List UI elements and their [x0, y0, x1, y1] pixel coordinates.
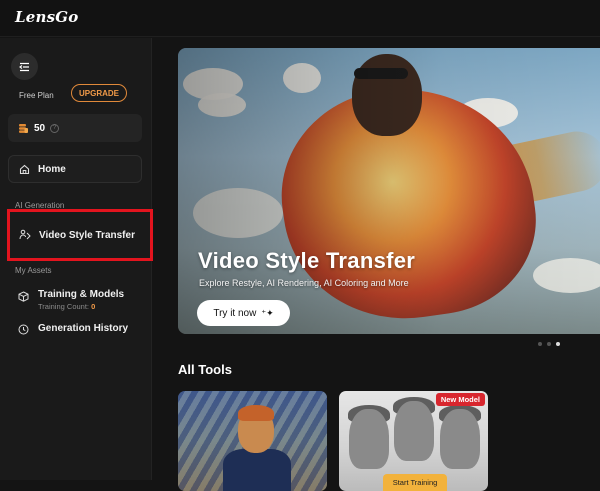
new-model-badge: New Model [435, 393, 485, 406]
banner-overlay [178, 48, 600, 334]
bust-shape [349, 409, 389, 469]
lensgo-logo[interactable]: LensGo [15, 8, 78, 26]
training-count-label: Training Count: [38, 302, 89, 311]
sidebar-item-generation-history-label: Generation History [38, 323, 129, 334]
portrait-coat-shape [223, 449, 291, 491]
sidebar-item-training-models-label: Training & Models [38, 289, 125, 300]
tool-card-training[interactable]: New Model Start Training [339, 391, 488, 491]
home-icon [19, 164, 30, 174]
sidebar-item-video-style-transfer[interactable]: Video Style Transfer [7, 209, 153, 261]
start-training-button[interactable]: Start Training [383, 474, 447, 491]
try-it-now-label: Try it now [213, 307, 257, 319]
try-it-now-button[interactable]: Try it now ⁺✦ [197, 300, 290, 326]
bust-shape [394, 401, 434, 461]
main-content: Video Style Transfer Explore Restyle, AI… [153, 38, 600, 491]
credits-box[interactable]: 50 ? [8, 114, 142, 142]
upgrade-button[interactable]: UPGRADE [71, 84, 127, 102]
sidebar-collapse-button[interactable] [11, 53, 38, 80]
my-assets-heading: My Assets [15, 266, 52, 275]
carousel-dot-2[interactable] [547, 342, 551, 346]
sidebar-item-training-models[interactable]: Training & Models Training Count: 0 [18, 289, 124, 311]
all-tools-heading: All Tools [178, 362, 232, 377]
banner-title: Video Style Transfer [198, 248, 416, 273]
bust-shape [440, 409, 480, 469]
credits-value: 50 [34, 122, 46, 134]
carousel-dots [538, 342, 560, 346]
carousel-dot-3[interactable] [556, 342, 560, 346]
sidebar-item-home[interactable]: Home [8, 155, 142, 183]
coins-icon [19, 123, 28, 133]
banner-subtitle: Explore Restyle, AI Rendering, AI Colori… [199, 278, 409, 288]
top-bar: LensGo [0, 0, 600, 37]
credits-info-icon[interactable]: ? [50, 123, 60, 133]
hero-banner[interactable]: Video Style Transfer Explore Restyle, AI… [178, 48, 600, 334]
tool-card-van-gogh-style[interactable] [178, 391, 327, 491]
plan-label: Free Plan [19, 91, 54, 100]
video-style-transfer-icon [19, 229, 31, 240]
sidebar-item-generation-history[interactable]: Generation History [18, 323, 128, 335]
cube-icon [18, 291, 29, 302]
sidebar-item-video-style-transfer-label: Video Style Transfer [39, 229, 135, 241]
sparkle-icon: ⁺✦ [261, 307, 274, 318]
menu-collapse-icon [19, 62, 29, 71]
carousel-dot-1[interactable] [538, 342, 542, 346]
portrait-hair-shape [238, 405, 274, 421]
clock-icon [18, 324, 29, 335]
training-count: Training Count: 0 [38, 302, 124, 311]
sidebar-item-home-label: Home [38, 163, 66, 175]
sidebar: Free Plan UPGRADE 50 ? Home AI Generatio… [0, 38, 153, 480]
training-count-value: 0 [91, 302, 96, 311]
